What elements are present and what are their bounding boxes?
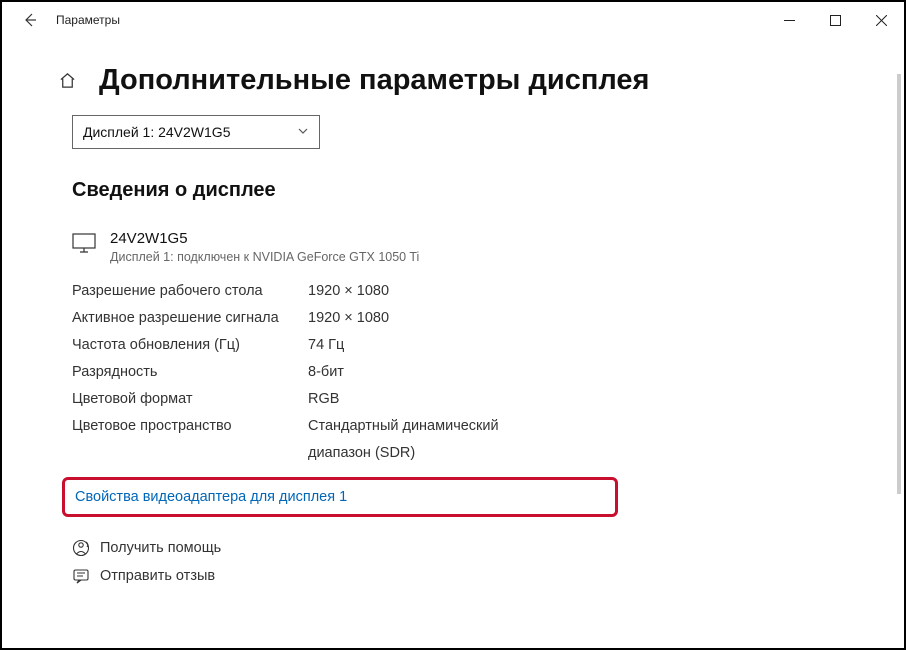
info-label: Разрешение рабочего стола [72, 278, 308, 305]
info-table: Разрешение рабочего стола 1920 × 1080 Ак… [72, 278, 874, 467]
back-icon [22, 12, 38, 28]
maximize-button[interactable] [812, 2, 858, 38]
highlight-box: Свойства видеоадаптера для дисплея 1 [62, 477, 618, 517]
help-icon [72, 539, 90, 557]
feedback-icon [72, 567, 90, 585]
close-button[interactable] [858, 2, 904, 38]
info-label: Разрядность [72, 359, 308, 386]
feedback-link[interactable]: Отправить отзыв [72, 567, 874, 585]
get-help-link[interactable]: Получить помощь [72, 539, 874, 557]
content: Дополнительные параметры дисплея Дисплей… [2, 38, 904, 585]
info-value: Стандартный динамический диапазон (SDR) [308, 413, 548, 467]
footer-links: Получить помощь Отправить отзыв [72, 539, 874, 585]
monitor-sub: Дисплей 1: подключен к NVIDIA GeForce GT… [110, 250, 419, 264]
scrollbar[interactable] [897, 74, 901, 494]
titlebar: Параметры [2, 2, 904, 38]
info-label: Цветовой формат [72, 386, 308, 413]
back-button[interactable] [10, 2, 50, 38]
page-title: Дополнительные параметры дисплея [99, 64, 649, 97]
minimize-button[interactable] [766, 2, 812, 38]
window-title: Параметры [50, 13, 120, 27]
info-row-bitdepth: Разрядность 8-бит [72, 359, 874, 386]
monitor-name: 24V2W1G5 [110, 230, 419, 247]
window-controls [766, 2, 904, 38]
get-help-label: Получить помощь [100, 540, 221, 556]
info-value: 8-бит [308, 359, 344, 386]
info-row-colorfmt: Цветовой формат RGB [72, 386, 874, 413]
header-row: Дополнительные параметры дисплея [58, 64, 874, 97]
info-row-resolution: Разрешение рабочего стола 1920 × 1080 [72, 278, 874, 305]
info-label: Активное разрешение сигнала [72, 305, 308, 332]
home-icon[interactable] [58, 71, 77, 90]
info-value: 74 Гц [308, 332, 344, 359]
section-title: Сведения о дисплее [72, 179, 874, 202]
monitor-row: 24V2W1G5 Дисплей 1: подключен к NVIDIA G… [72, 230, 874, 264]
display-select[interactable]: Дисплей 1: 24V2W1G5 [72, 115, 320, 149]
adapter-properties-link[interactable]: Свойства видеоадаптера для дисплея 1 [75, 489, 347, 505]
info-value: 1920 × 1080 [308, 305, 389, 332]
info-row-colorspace: Цветовое пространство Стандартный динами… [72, 413, 874, 467]
info-label: Частота обновления (Гц) [72, 332, 308, 359]
monitor-icon [72, 233, 96, 258]
info-row-active: Активное разрешение сигнала 1920 × 1080 [72, 305, 874, 332]
feedback-label: Отправить отзыв [100, 568, 215, 584]
info-label: Цветовое пространство [72, 413, 308, 467]
info-value: RGB [308, 386, 339, 413]
display-select-label: Дисплей 1: 24V2W1G5 [83, 124, 231, 140]
info-value: 1920 × 1080 [308, 278, 389, 305]
info-row-refresh: Частота обновления (Гц) 74 Гц [72, 332, 874, 359]
chevron-down-icon [297, 125, 309, 140]
